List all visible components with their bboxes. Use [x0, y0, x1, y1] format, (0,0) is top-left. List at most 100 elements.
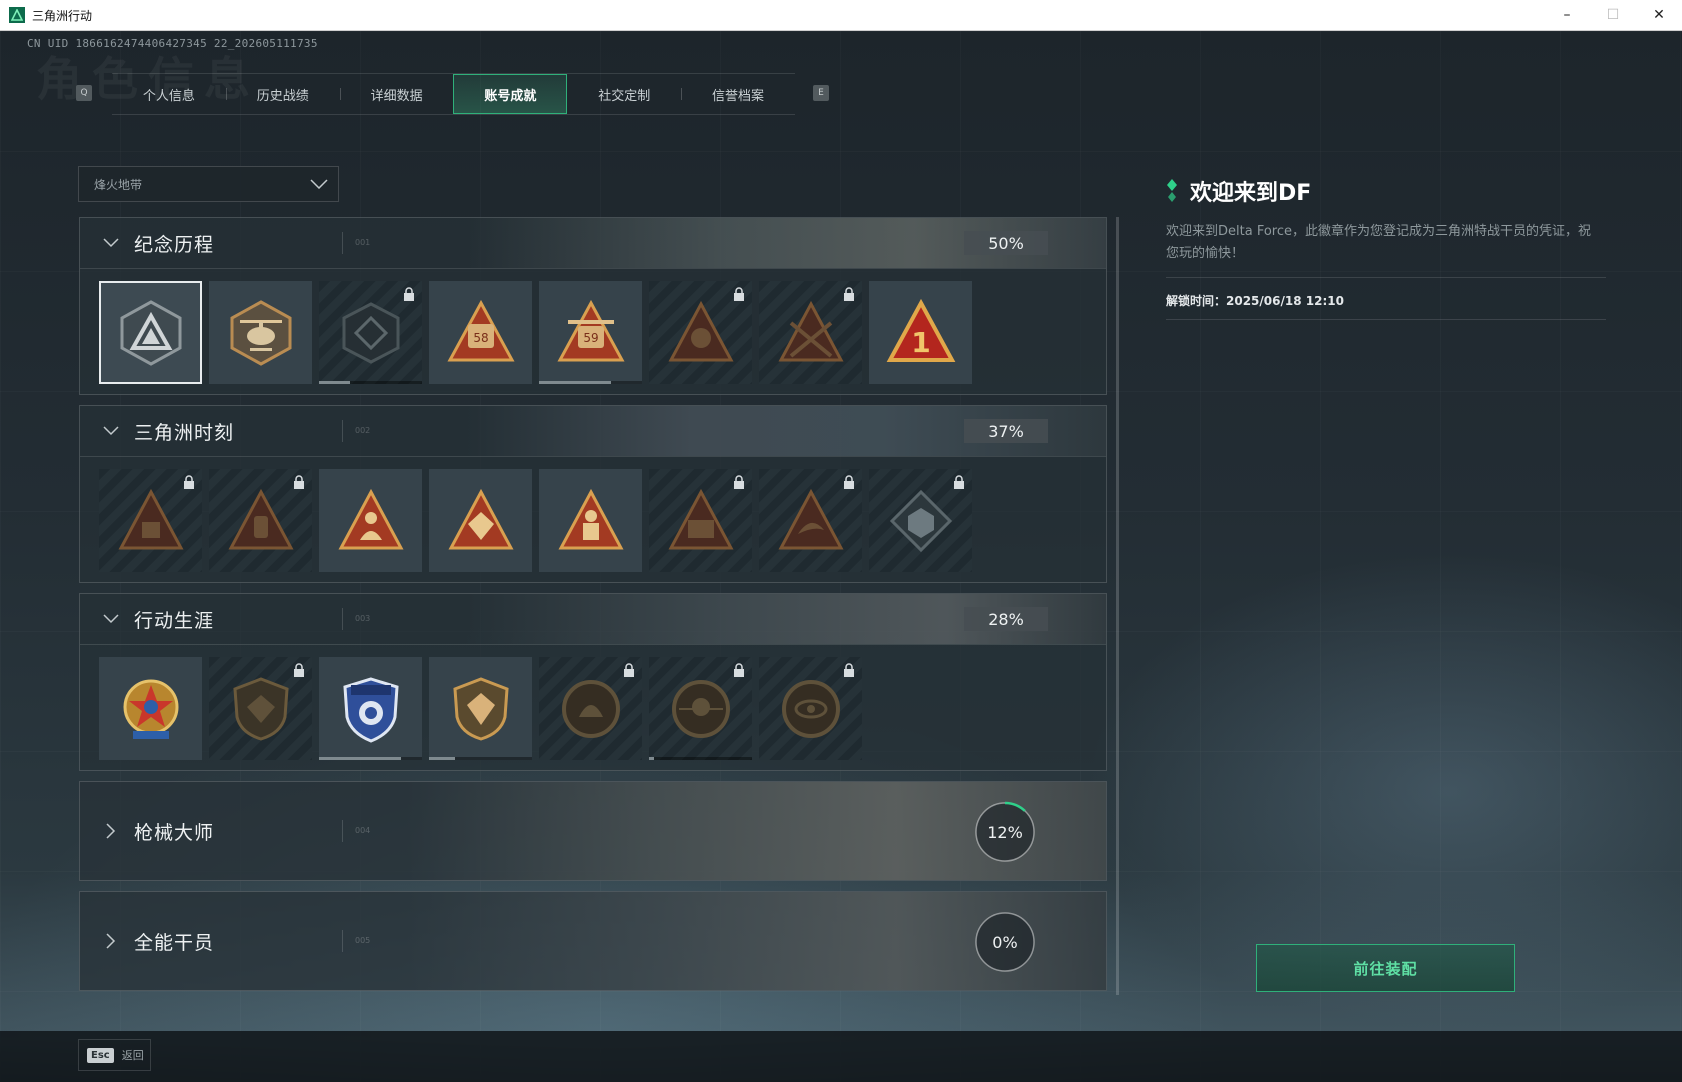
- section-number: 002: [342, 420, 370, 442]
- badge-skull-circle[interactable]: [649, 657, 752, 760]
- badge-progress-bar: [319, 757, 422, 760]
- badge-text: 1: [911, 326, 930, 359]
- badge-text: 59: [583, 331, 598, 345]
- game-mode-dropdown[interactable]: 烽火地带: [78, 166, 339, 202]
- section-weapon-master[interactable]: 枪械大师 004 12%: [79, 781, 1107, 881]
- section-header[interactable]: 纪念历程 001 50%: [80, 218, 1106, 269]
- divider: [1166, 277, 1606, 278]
- window-titlebar: 三角洲行动 – ☐ ✕: [0, 0, 1682, 31]
- section-memorial: 纪念历程 001 50% 58 59 1: [79, 217, 1107, 395]
- badge-soldier[interactable]: [539, 469, 642, 572]
- helicopter-badge-icon: [230, 299, 291, 366]
- badge-text: 58: [473, 331, 488, 345]
- mermaid-triangle-badge-icon: [337, 488, 404, 549]
- back-label: 返回: [121, 1049, 144, 1062]
- chevron-right-icon[interactable]: [98, 823, 124, 839]
- section-delta-moments: 三角洲时刻 002 37%: [79, 405, 1107, 583]
- badge-dark-shield[interactable]: [319, 281, 422, 384]
- number-59-badge-icon: 59: [556, 299, 625, 361]
- dolphin-triangle-badge-icon: [777, 488, 844, 549]
- badge-progress-fill: [649, 757, 655, 760]
- tab-detailed-data[interactable]: 详细数据: [339, 74, 454, 114]
- esc-key-hint: Esc: [87, 1047, 114, 1063]
- badge-star-shield[interactable]: [99, 657, 202, 760]
- maximize-button[interactable]: ☐: [1590, 0, 1636, 30]
- badge-crossed-rifles[interactable]: [759, 281, 862, 384]
- badge-shell[interactable]: [539, 657, 642, 760]
- badge-delta-welcome[interactable]: [99, 281, 202, 384]
- tab-match-history[interactable]: 历史战绩: [225, 74, 340, 114]
- section-number: 004: [342, 820, 370, 842]
- tab-next-key-hint[interactable]: E: [813, 85, 829, 101]
- badge-59[interactable]: 59: [539, 281, 642, 384]
- badge-police-shield[interactable]: [319, 657, 422, 760]
- section-percent: 28%: [964, 607, 1048, 631]
- tab-social-custom[interactable]: 社交定制: [567, 74, 681, 114]
- tab-achievements[interactable]: 账号成就: [453, 74, 568, 114]
- skull-circle-badge-icon: [671, 679, 730, 738]
- section-title: 行动生涯: [134, 609, 215, 632]
- badge-eagle-shield[interactable]: [209, 657, 312, 760]
- bottom-bar: Esc 返回: [0, 1031, 1682, 1082]
- badge-row: 58 59 1: [80, 269, 1106, 394]
- equip-button[interactable]: 前往装配: [1256, 944, 1515, 992]
- section-operation-career: 行动生涯 003 28%: [79, 593, 1107, 771]
- chevron-down-icon[interactable]: [98, 238, 124, 248]
- crossed-rifles-badge-icon: [777, 300, 844, 361]
- detail-description: 欢迎来到Delta Force，此徽章作为您登记成为三角洲特战干员的凭证，祝您玩…: [1166, 224, 1591, 261]
- section-number: 003: [342, 608, 370, 630]
- section-header[interactable]: 行动生涯 003 28%: [80, 594, 1106, 645]
- badge-58[interactable]: 58: [429, 281, 532, 384]
- badge-progress-fill: [319, 757, 402, 760]
- unlock-time: 解锁时间：2025/06/18 12:10: [1166, 292, 1606, 320]
- badge-dolphin[interactable]: [759, 469, 862, 572]
- badge-skull-triangle[interactable]: [649, 281, 752, 384]
- soldier-triangle-badge-icon: [557, 488, 624, 549]
- achievement-detail-panel: 欢迎来到DF 欢迎来到Delta Force，此徽章作为您登记成为三角洲特战干员…: [1166, 175, 1606, 320]
- skull-triangle-badge-icon: [667, 300, 734, 361]
- section-title: 全能干员: [134, 931, 215, 954]
- badge-eye-circle[interactable]: [759, 657, 862, 760]
- badge-helicopter[interactable]: [209, 281, 312, 384]
- tab-personal-info[interactable]: 个人信息: [112, 74, 226, 114]
- chevron-right-icon[interactable]: [98, 933, 124, 949]
- cube-diamond-badge-icon: [889, 489, 952, 552]
- tab-prev-key-hint[interactable]: Q: [76, 85, 92, 101]
- diamond-marker-icon: [1167, 179, 1177, 202]
- badge-gem[interactable]: [429, 469, 532, 572]
- chevron-down-icon[interactable]: [98, 426, 124, 436]
- list-scrollbar[interactable]: [1116, 217, 1119, 995]
- section-percent: 50%: [964, 231, 1048, 255]
- section-title: 枪械大师: [134, 821, 215, 844]
- badge-row: [80, 457, 1106, 582]
- section-all-round-operator[interactable]: 全能干员 005 0%: [79, 891, 1107, 991]
- lock-icon: [294, 475, 304, 489]
- section-title: 三角洲时刻: [134, 421, 235, 444]
- section-percent: 0%: [992, 932, 1018, 952]
- badge-cube[interactable]: [869, 469, 972, 572]
- section-header[interactable]: 三角洲时刻 002 37%: [80, 406, 1106, 457]
- chevron-down-icon: [310, 179, 328, 189]
- window-title: 三角洲行动: [32, 8, 93, 23]
- badge-progress-fill: [539, 381, 612, 384]
- tab-credit-record[interactable]: 信誉档案: [681, 74, 795, 114]
- badge-gem-shield[interactable]: [429, 657, 532, 760]
- detail-title: 欢迎来到DF: [1190, 181, 1312, 206]
- number-58-badge-icon: 58: [446, 299, 515, 361]
- close-button[interactable]: ✕: [1636, 0, 1682, 30]
- badge-mermaid[interactable]: [319, 469, 422, 572]
- badge-mech[interactable]: [649, 469, 752, 572]
- back-button[interactable]: Esc 返回: [78, 1039, 151, 1071]
- lock-icon: [734, 287, 744, 301]
- section-number: 005: [342, 930, 370, 952]
- badge-crate[interactable]: [99, 469, 202, 572]
- badge-number-one[interactable]: 1: [869, 281, 972, 384]
- eagle-shield-badge-icon: [232, 676, 289, 741]
- minimize-button[interactable]: –: [1544, 0, 1590, 30]
- gem-shield-badge-icon: [452, 676, 509, 741]
- badge-progress-fill: [429, 757, 455, 760]
- lock-icon: [624, 663, 634, 677]
- chevron-down-icon[interactable]: [98, 614, 124, 624]
- badge-canister[interactable]: [209, 469, 312, 572]
- lock-icon: [404, 287, 414, 301]
